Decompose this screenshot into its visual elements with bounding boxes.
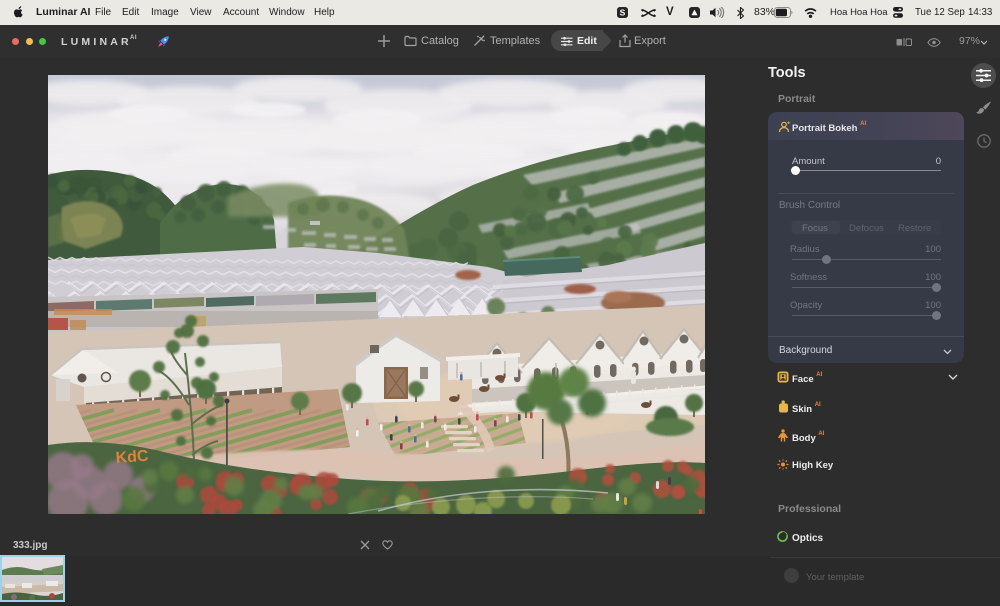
svg-text:KdC: KdC bbox=[115, 448, 149, 467]
svg-text:S: S bbox=[620, 8, 626, 18]
